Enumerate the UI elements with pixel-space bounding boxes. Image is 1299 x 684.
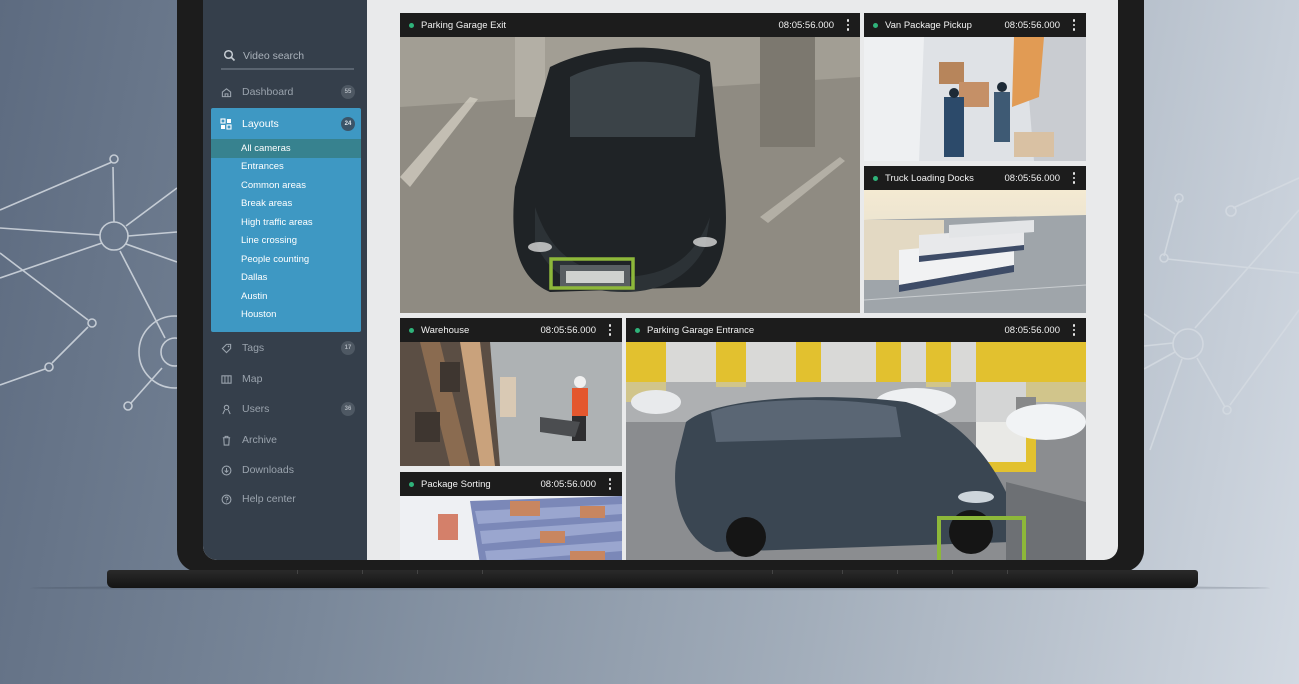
count-badge: 24	[341, 116, 355, 131]
camera-timestamp: 08:05:56.000	[1004, 172, 1060, 184]
more-options-icon[interactable]	[842, 17, 854, 33]
camera-feed	[864, 37, 1086, 161]
camera-header: Parking Garage Entrance 08:05:56.000	[626, 318, 1086, 342]
sidebar-item-label: Layouts	[242, 117, 279, 130]
sidebar-item-help-center[interactable]: Help center	[211, 487, 361, 511]
sidebar-item-archive[interactable]: Archive	[211, 428, 361, 452]
app-screen: Dashboard 55 Layouts 24 All cameras Entr…	[203, 0, 1118, 560]
camera-header: Warehouse 08:05:56.000	[400, 318, 622, 342]
camera-tile[interactable]: Warehouse 08:05:56.000	[400, 318, 622, 466]
camera-feed	[626, 342, 1086, 560]
camera-tile[interactable]: Van Package Pickup 08:05:56.000	[864, 13, 1086, 161]
camera-timestamp: 08:05:56.000	[540, 478, 596, 490]
sidebar-item-downloads[interactable]: Downloads	[211, 458, 361, 482]
camera-tile[interactable]: Parking Garage Entrance 08:05:56.000	[626, 318, 1086, 560]
sidebar-item-layouts[interactable]: Layouts 24	[211, 108, 361, 139]
more-options-icon[interactable]	[604, 322, 616, 338]
layout-item-all-cameras[interactable]: All cameras	[211, 139, 361, 158]
camera-header: Package Sorting 08:05:56.000	[400, 472, 622, 496]
sidebar: Dashboard 55 Layouts 24 All cameras Entr…	[203, 0, 367, 560]
layout-item-line-crossing[interactable]: Line crossing	[211, 232, 361, 251]
sidebar-item-label: Help center	[242, 493, 296, 505]
live-status-dot	[873, 22, 878, 28]
camera-tile[interactable]: Truck Loading Docks 08:05:56.000	[864, 166, 1086, 313]
laptop-base	[107, 570, 1198, 588]
layouts-panel: Layouts 24 All cameras Entrances Common …	[211, 108, 361, 332]
sidebar-item-label: Users	[242, 403, 270, 415]
count-badge: 36	[341, 402, 355, 416]
camera-timestamp: 08:05:56.000	[778, 19, 834, 31]
sidebar-item-label: Archive	[242, 434, 278, 446]
live-status-dot	[409, 327, 414, 333]
sidebar-item-label: Downloads	[242, 464, 294, 476]
search-icon	[223, 49, 236, 62]
camera-header: Van Package Pickup 08:05:56.000	[864, 13, 1086, 37]
camera-header: Truck Loading Docks 08:05:56.000	[864, 166, 1086, 190]
sidebar-item-label: Dashboard	[242, 86, 294, 98]
live-status-dot	[409, 22, 414, 28]
camera-name: Parking Garage Exit	[421, 19, 507, 31]
live-status-dot	[635, 327, 640, 333]
help-icon	[220, 493, 232, 505]
camera-name: Warehouse	[421, 324, 470, 336]
camera-timestamp: 08:05:56.000	[540, 324, 596, 336]
layout-item-dallas[interactable]: Dallas	[211, 269, 361, 288]
trash-icon	[220, 434, 232, 446]
sidebar-item-label: Map	[242, 373, 263, 385]
sidebar-item-dashboard[interactable]: Dashboard 55	[211, 80, 361, 104]
live-status-dot	[873, 175, 878, 181]
camera-feed	[400, 37, 860, 313]
camera-header: Parking Garage Exit 08:05:56.000	[400, 13, 860, 37]
more-options-icon[interactable]	[1068, 322, 1080, 338]
camera-name: Truck Loading Docks	[885, 172, 974, 184]
camera-tile[interactable]: Package Sorting 08:05:56.000	[400, 472, 622, 560]
camera-timestamp: 08:05:56.000	[1004, 324, 1060, 336]
home-icon	[220, 86, 232, 98]
tag-icon	[220, 342, 232, 354]
download-icon	[220, 464, 232, 476]
live-status-dot	[409, 481, 414, 487]
video-search-input[interactable]	[243, 50, 343, 62]
camera-feed	[400, 496, 622, 560]
video-search[interactable]	[221, 44, 354, 70]
layouts-icon	[220, 117, 232, 130]
layout-item-common-areas[interactable]: Common areas	[211, 176, 361, 195]
sidebar-item-users[interactable]: Users 36	[211, 397, 361, 421]
layout-item-austin[interactable]: Austin	[211, 287, 361, 306]
map-icon	[220, 373, 232, 385]
layout-item-entrances[interactable]: Entrances	[211, 158, 361, 177]
camera-name: Parking Garage Entrance	[647, 324, 755, 336]
more-options-icon[interactable]	[1068, 170, 1080, 186]
camera-name: Van Package Pickup	[885, 19, 972, 31]
layout-item-houston[interactable]: Houston	[211, 306, 361, 325]
camera-tile[interactable]: Parking Garage Exit 08:05:56.000	[400, 13, 860, 313]
layout-item-break-areas[interactable]: Break areas	[211, 195, 361, 214]
camera-name: Package Sorting	[421, 478, 491, 490]
sidebar-item-map[interactable]: Map	[211, 367, 361, 391]
more-options-icon[interactable]	[604, 476, 616, 492]
layout-item-people-counting[interactable]: People counting	[211, 250, 361, 269]
more-options-icon[interactable]	[1068, 17, 1080, 33]
camera-timestamp: 08:05:56.000	[1004, 19, 1060, 31]
count-badge: 55	[341, 85, 355, 99]
user-icon	[220, 403, 232, 415]
layout-item-high-traffic-areas[interactable]: High traffic areas	[211, 213, 361, 232]
sidebar-item-tags[interactable]: Tags 17	[211, 336, 361, 360]
camera-feed	[400, 342, 622, 466]
sidebar-item-label: Tags	[242, 342, 265, 354]
count-badge: 17	[341, 341, 355, 355]
camera-feed	[864, 190, 1086, 313]
